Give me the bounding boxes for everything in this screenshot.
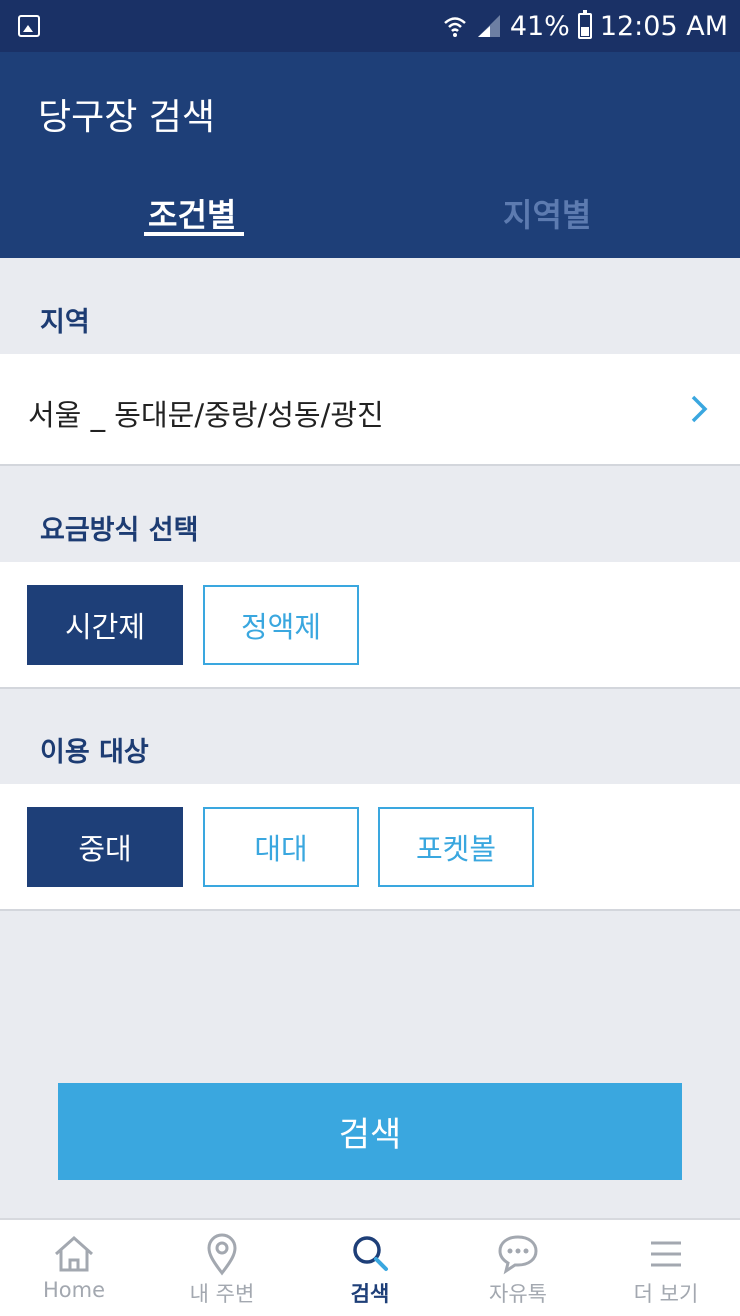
status-indicators: 41% 12:05 AM bbox=[442, 10, 728, 42]
location-pin-icon bbox=[207, 1233, 237, 1276]
nav-item-home[interactable]: Home bbox=[0, 1220, 148, 1316]
wifi-icon bbox=[443, 17, 466, 37]
tab-by-condition[interactable]: 조건별 bbox=[148, 190, 236, 236]
nav-item-chat[interactable]: 자유톡 bbox=[444, 1220, 592, 1316]
target-option-large[interactable]: 대대 bbox=[203, 807, 359, 887]
nav-label-search: 검색 bbox=[350, 1282, 390, 1306]
page-title: 당구장 검색 bbox=[38, 97, 216, 138]
home-icon bbox=[55, 1235, 93, 1272]
app-header: 당구장 검색 조건별 지역별 bbox=[0, 52, 740, 258]
region-selector[interactable]: 서울 _ 동대문/중랑/성동/광진 bbox=[0, 354, 740, 466]
nav-label-chat: 자유톡 bbox=[489, 1282, 547, 1306]
battery-icon bbox=[577, 10, 592, 39]
region-value: 서울 _ 동대문/중랑/성동/광진 bbox=[28, 398, 384, 432]
target-section-label: 이용 대상 bbox=[40, 737, 149, 768]
nav-label-home: Home bbox=[42, 1278, 105, 1302]
status-bar: 41% 12:05 AM bbox=[0, 0, 740, 52]
nav-label-more: 더 보기 bbox=[633, 1282, 699, 1306]
search-button[interactable]: 검색 bbox=[58, 1083, 682, 1180]
gallery-notification-icon bbox=[18, 15, 40, 37]
search-icon bbox=[353, 1236, 388, 1271]
fee-options-panel: 시간제 정액제 bbox=[0, 562, 740, 689]
region-section-label: 지역 bbox=[40, 307, 90, 338]
target-options-panel: 중대 대대 포켓볼 bbox=[0, 784, 740, 911]
menu-icon bbox=[651, 1241, 681, 1267]
fee-option-flat[interactable]: 정액제 bbox=[203, 585, 359, 665]
bottom-nav: Home 내 주변 검색 자유톡 더 보기 bbox=[0, 1218, 740, 1316]
chat-bubble-icon bbox=[498, 1235, 538, 1275]
active-tab-indicator bbox=[144, 232, 244, 236]
nav-item-search[interactable]: 검색 bbox=[296, 1220, 444, 1316]
nav-item-more[interactable]: 더 보기 bbox=[592, 1220, 740, 1316]
target-option-pocketball[interactable]: 포켓볼 bbox=[378, 807, 534, 887]
signal-icon bbox=[477, 15, 500, 37]
chevron-right-icon bbox=[691, 395, 708, 423]
fee-option-hourly[interactable]: 시간제 bbox=[27, 585, 183, 665]
tab-by-region[interactable]: 지역별 bbox=[503, 190, 591, 236]
battery-percent: 41% bbox=[509, 10, 570, 42]
nav-label-nearby: 내 주변 bbox=[189, 1282, 255, 1306]
fee-section-label: 요금방식 선택 bbox=[40, 515, 199, 546]
clock: 12:05 AM bbox=[599, 10, 728, 42]
nav-item-nearby[interactable]: 내 주변 bbox=[148, 1220, 296, 1316]
target-option-medium[interactable]: 중대 bbox=[27, 807, 183, 887]
